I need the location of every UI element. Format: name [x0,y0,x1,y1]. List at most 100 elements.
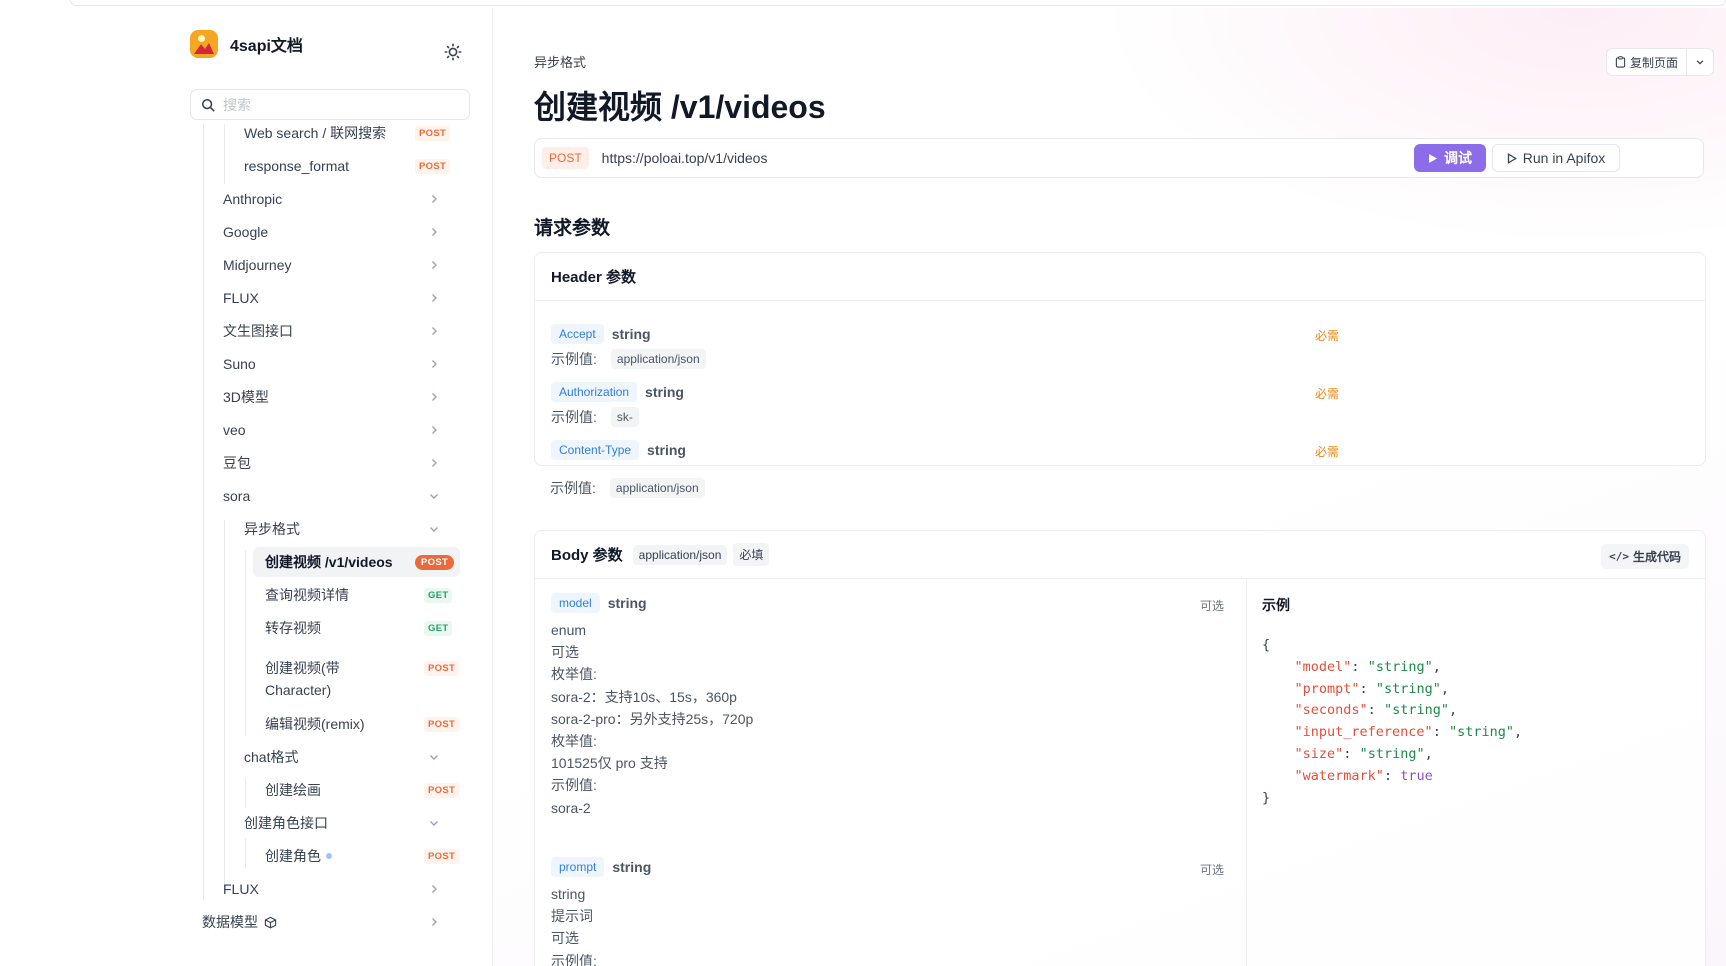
json-key: "model" [1294,658,1352,675]
search-input[interactable] [223,96,453,113]
desc-line: sora-2 [551,799,591,816]
page-title: 创建视频 /v1/videos [534,89,826,125]
sidebar-item-flux-2[interactable]: FLUX [223,874,463,904]
chevron-down-icon [430,527,438,532]
sidebar-item-label: Suno [223,356,256,372]
sidebar-item-doubao[interactable]: 豆包 [223,448,463,478]
sidebar-item-response-format[interactable]: response_format POST [244,151,460,181]
desc-line: 示例值: [551,777,597,794]
required-label: 必需 [1315,329,1340,343]
sidebar-item-text-to-image[interactable]: 文生图接口 [223,316,463,346]
tree-guide [245,550,246,736]
apifox-label: Run in Apifox [1522,150,1606,166]
body-params-title: Body 参数 [551,547,623,564]
chevron-right-icon [432,885,437,893]
sidebar-item-async-format[interactable]: 异步格式 [244,514,463,544]
example-row: 示例值: application/json [551,349,706,369]
sidebar-item-label: 创建视频(带 [265,660,340,676]
main-content: 异步格式 复制页面 创建视频 /v1/videos POST https://p… [494,8,1726,966]
example-value: application/json [610,349,706,369]
column-divider [1246,579,1247,966]
example-code[interactable]: { "model": "string", "prompt": "string",… [1262,635,1522,809]
example-label: 示例值: [551,351,597,367]
code-brace: } [1262,789,1271,806]
example-label: 示例值: [551,409,597,425]
sidebar-item-save-video[interactable]: 转存视频 GET [265,613,460,643]
code-brace: { [1262,637,1271,653]
chevron-right-icon [432,195,437,203]
sidebar-item-remix-video[interactable]: 编辑视频(remix) POST [265,709,460,739]
desc-line: 示例值: [551,952,597,966]
param-type: string [612,859,652,875]
sidebar-item-sora[interactable]: sora [223,481,463,511]
generate-code-button[interactable]: </> 生成代码 [1601,544,1689,569]
copy-page-main[interactable]: 复制页面 [1607,49,1688,75]
sidebar-item-label: FLUX [223,290,259,306]
tree-guide [224,124,225,184]
chevron-right-icon [432,261,437,269]
param-name: Content-Type [551,440,640,460]
required-label: 必需 [1315,445,1340,459]
body-params-header: Body 参数 application/json 必填 </> 生成代码 [535,531,1705,579]
sidebar-item-3d-model[interactable]: 3D模型 [223,382,463,412]
desc-line: 101525仅 pro 支持 [551,755,668,772]
json-key: "size" [1294,745,1344,762]
search-box[interactable] [190,89,470,120]
sidebar-item-create-drawing[interactable]: 创建绘画 POST [265,775,460,805]
sidebar-item-web-search[interactable]: Web search / 联网搜索 POST [244,118,460,148]
json-value: "string" [1448,724,1515,741]
brand-name: 4sapi文档 [230,38,303,55]
tree-guide [203,124,204,900]
sidebar-item-chat-format[interactable]: chat格式 [244,742,463,772]
sidebar-item-anthropic[interactable]: Anthropic [223,184,463,214]
sidebar-item-veo[interactable]: veo [223,415,463,445]
param-row: Accept string [551,324,651,344]
chevron-right-icon [432,393,437,401]
sidebar-item-label: Web search / 联网搜索 [244,125,387,141]
sidebar-item-flux[interactable]: FLUX [223,283,463,313]
sidebar-item-google[interactable]: Google [223,217,463,247]
sidebar-item-label: response_format [244,158,350,174]
json-key: "watermark" [1294,767,1384,784]
json-key: "input_reference" [1294,724,1433,741]
sidebar-item-create-video-character[interactable]: 创建视频(带 Character) POST [265,657,460,698]
chevron-right-icon [432,327,437,335]
copy-page-button[interactable]: 复制页面 [1606,48,1715,76]
required-chip: 必填 [733,543,770,566]
json-value: "string" [1375,680,1441,697]
chevron-down-icon [430,821,438,826]
run-in-apifox-button[interactable]: Run in Apifox [1492,144,1620,172]
chevron-down-icon [430,755,438,760]
breadcrumb: 异步格式 [534,55,587,70]
sidebar-item-character-api[interactable]: 创建角色接口 [244,808,463,838]
json-value: "string" [1383,702,1449,719]
example-row: 示例值: application/json [550,478,705,498]
desc-line: 可选 [551,644,579,661]
sun-icon[interactable] [444,43,462,61]
sidebar-item-create-video[interactable]: 创建视频 /v1/videos POST [253,547,460,577]
tree-guide [245,838,246,868]
sidebar-item-label: 文生图接口 [223,323,293,339]
content-type-chip: application/json [632,544,728,565]
example-label: 示例值: [550,480,596,496]
request-url[interactable]: https://poloai.top/v1/videos [602,150,768,166]
param-type: string [607,595,647,611]
sidebar-item-label: Character) [265,682,332,698]
sidebar-item-create-character[interactable]: 创建角色 POST [265,841,460,871]
sidebar-item-suno[interactable]: Suno [223,349,463,379]
copy-page-dropdown[interactable] [1687,49,1713,75]
sidebar-item-midjourney[interactable]: Midjourney [223,250,463,280]
brand-logo [190,30,218,58]
json-key: "prompt" [1294,680,1360,697]
param-description: string 提示词 可选 示例值: [551,883,597,966]
debug-button[interactable]: 调试 [1414,144,1486,172]
method-badge: POST [415,554,455,570]
param-name: prompt [551,857,605,877]
brand[interactable]: 4sapi文档 [190,30,303,58]
sidebar-item-data-models[interactable]: 数据模型 [202,907,463,937]
sidebar-item-query-video[interactable]: 查询视频详情 GET [265,580,460,610]
param-row: prompt string [551,857,651,877]
sidebar-item-label: 编辑视频(remix) [265,716,365,732]
chevron-right-icon [432,459,437,467]
sidebar-item-label: 创建角色接口 [244,815,328,831]
